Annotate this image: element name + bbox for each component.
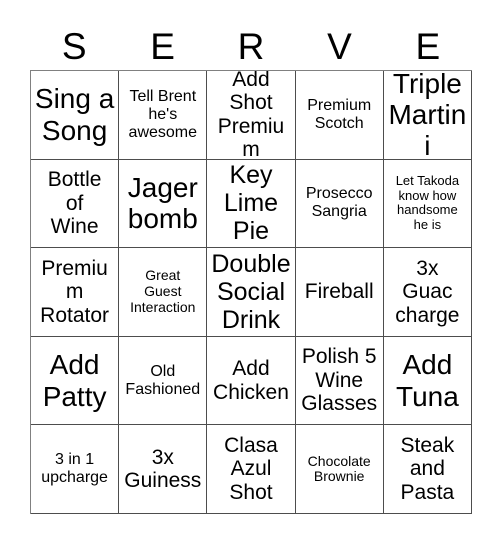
bingo-cell-r2c3[interactable]: Key Lime Pie bbox=[207, 159, 296, 249]
bingo-cell-r4c1[interactable]: Add Patty bbox=[31, 336, 120, 426]
bingo-cell-label: Add Tuna bbox=[396, 349, 459, 412]
bingo-cell-label: Tell Brent he's awesome bbox=[128, 87, 198, 141]
bingo-cell-label: Double Social Drink bbox=[211, 249, 291, 334]
bingo-card: S E R V E Sing a Song Tell Brent he's aw… bbox=[0, 0, 500, 544]
bingo-cell-label: Key Lime Pie bbox=[223, 161, 279, 246]
bingo-cell-label: Bottle of Wine bbox=[47, 168, 102, 239]
bingo-cell-r2c4[interactable]: Prosecco Sangria bbox=[295, 159, 384, 249]
bingo-cell-label: Triple Martini bbox=[388, 71, 467, 160]
bingo-cell-label: Old Fashioned bbox=[125, 362, 201, 398]
bingo-cell-r5c1[interactable]: 3 in 1 upcharge bbox=[31, 425, 120, 514]
bingo-cell-label: Steak and Pasta bbox=[400, 433, 455, 504]
bingo-cell-label: Polish 5 Wine Glasses bbox=[301, 345, 378, 416]
bingo-cell-label: 3x Guac charge bbox=[395, 256, 460, 327]
bingo-cell-r5c5[interactable]: Steak and Pasta bbox=[383, 425, 472, 514]
bingo-cell-r1c4[interactable]: Premium Scotch bbox=[295, 71, 384, 160]
bingo-cell-r2c1[interactable]: Bottle of Wine bbox=[31, 159, 120, 249]
bingo-cell-label: Premium Rotator bbox=[40, 256, 110, 327]
bingo-cell-r4c3[interactable]: Add Chicken bbox=[207, 336, 296, 426]
bingo-cell-r1c1[interactable]: Sing a Song bbox=[31, 71, 120, 160]
bingo-cell-r5c2[interactable]: 3x Guiness bbox=[119, 425, 208, 514]
header-letter-3: R bbox=[237, 25, 265, 67]
bingo-cell-r5c3[interactable]: Clasa Azul Shot bbox=[207, 425, 296, 514]
bingo-cell-r3c1[interactable]: Premium Rotator bbox=[31, 248, 120, 337]
bingo-cell-label: 3x Guiness bbox=[124, 445, 202, 493]
header-letter-1: S bbox=[61, 25, 87, 67]
bingo-cell-r2c2[interactable]: Jager bomb bbox=[119, 159, 208, 249]
bingo-cell-label: Jager bomb bbox=[127, 172, 198, 235]
bingo-cell-label: Clasa Azul Shot bbox=[224, 433, 278, 504]
bingo-cell-label: Fireball bbox=[304, 280, 374, 304]
header-letter-2: E bbox=[150, 25, 175, 67]
bingo-cell-r4c4[interactable]: Polish 5 Wine Glasses bbox=[295, 336, 384, 426]
bingo-cell-label: Add Shot Premium bbox=[217, 71, 285, 160]
bingo-header-row: S E R V E bbox=[30, 22, 472, 70]
bingo-cell-r4c5[interactable]: Add Tuna bbox=[383, 336, 472, 426]
bingo-cell-label: Add Patty bbox=[42, 349, 107, 412]
bingo-cell-r1c3[interactable]: Add Shot Premium bbox=[207, 71, 296, 160]
header-letter-5: E bbox=[415, 25, 441, 67]
bingo-cell-label: Add Chicken bbox=[213, 357, 289, 404]
bingo-cell-r5c4[interactable]: Chocolate Brownie bbox=[295, 425, 384, 514]
bingo-cell-label: Sing a Song bbox=[34, 83, 115, 146]
bingo-cell-r1c2[interactable]: Tell Brent he's awesome bbox=[119, 71, 208, 160]
bingo-grid: Sing a Song Tell Brent he's awesome Add … bbox=[30, 70, 472, 514]
header-letter-4: V bbox=[327, 25, 352, 67]
bingo-cell-label: Premium Scotch bbox=[307, 96, 372, 132]
bingo-cell-r1c5[interactable]: Triple Martini bbox=[383, 71, 472, 160]
bingo-cell-r3c4[interactable]: Fireball bbox=[295, 248, 384, 337]
bingo-cell-label: Prosecco Sangria bbox=[305, 185, 373, 221]
bingo-cell-r3c3[interactable]: Double Social Drink bbox=[207, 248, 296, 337]
bingo-cell-label: Let Takoda know how handsome he is bbox=[395, 173, 460, 232]
bingo-cell-label: Great Guest Interaction bbox=[130, 267, 196, 315]
bingo-cell-label: Chocolate Brownie bbox=[307, 452, 371, 485]
bingo-cell-r2c5[interactable]: Let Takoda know how handsome he is bbox=[383, 159, 472, 249]
bingo-cell-label: 3 in 1 upcharge bbox=[41, 451, 108, 487]
bingo-cell-r4c2[interactable]: Old Fashioned bbox=[119, 336, 208, 426]
bingo-cell-r3c5[interactable]: 3x Guac charge bbox=[383, 248, 472, 337]
bingo-cell-r3c2[interactable]: Great Guest Interaction bbox=[119, 248, 208, 337]
